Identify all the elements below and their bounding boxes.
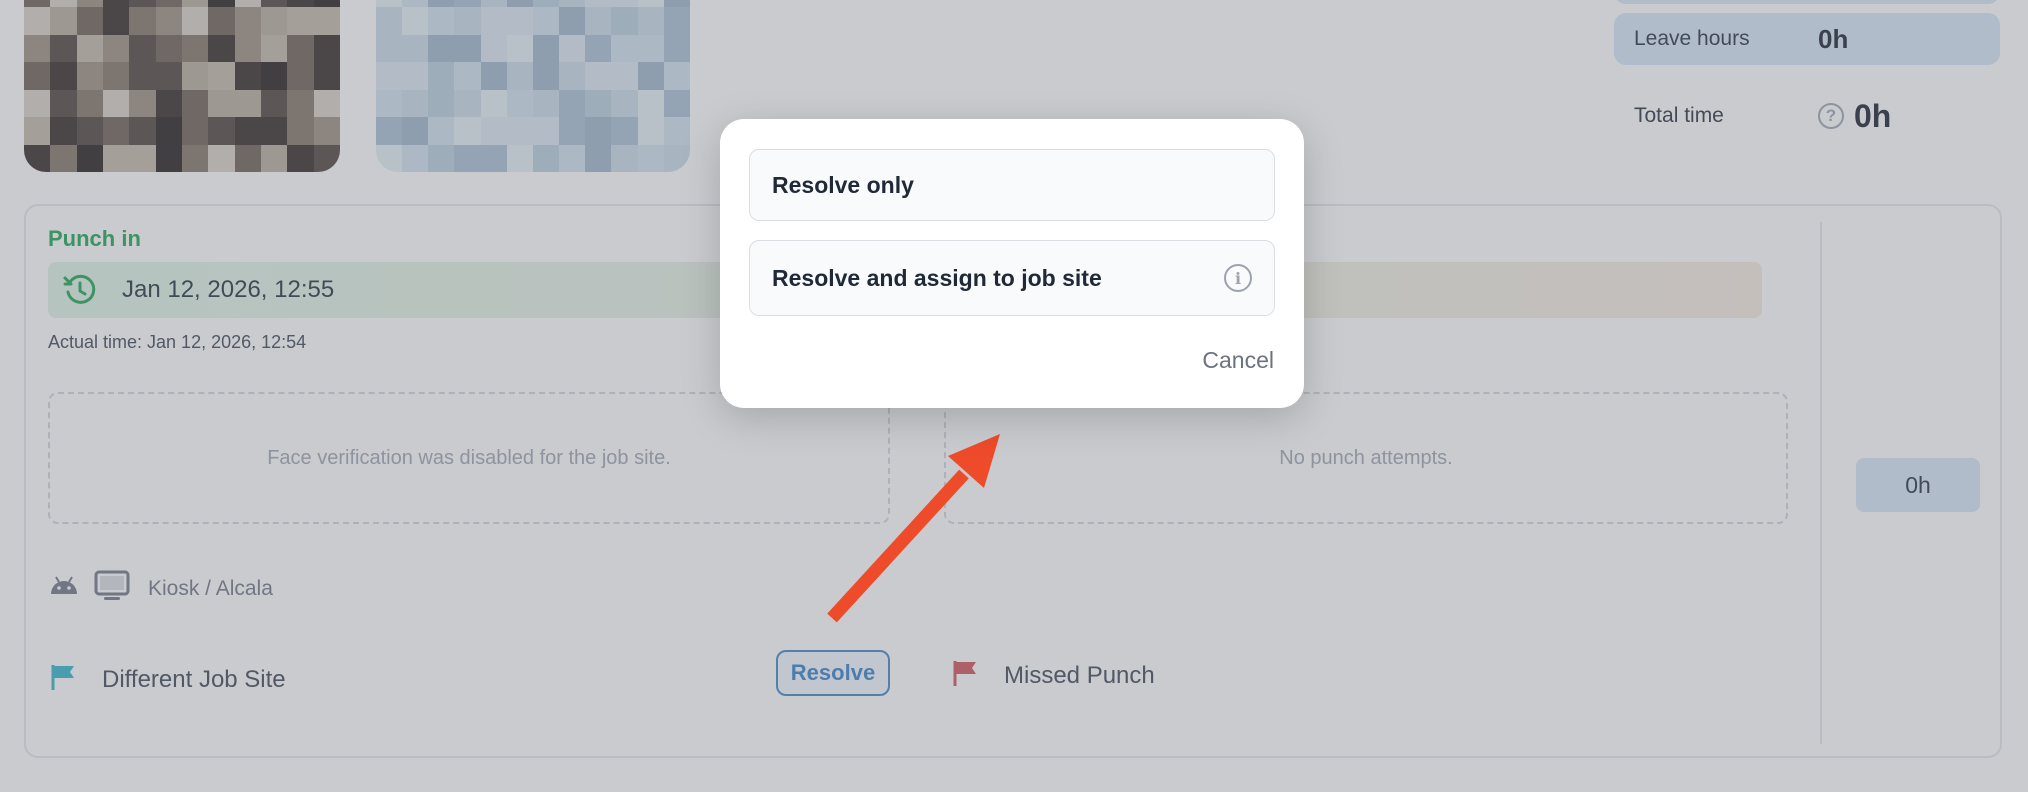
resolve-options-dialog: Resolve only Resolve and assign to job s… bbox=[720, 119, 1304, 408]
resolve-only-option[interactable]: Resolve only bbox=[749, 149, 1275, 221]
cancel-button[interactable]: Cancel bbox=[1202, 347, 1274, 374]
resolve-and-assign-label: Resolve and assign to job site bbox=[772, 264, 1102, 291]
info-icon[interactable]: i bbox=[1224, 264, 1252, 292]
resolve-only-label: Resolve only bbox=[772, 171, 914, 198]
resolve-and-assign-option[interactable]: Resolve and assign to job site i bbox=[749, 240, 1275, 316]
